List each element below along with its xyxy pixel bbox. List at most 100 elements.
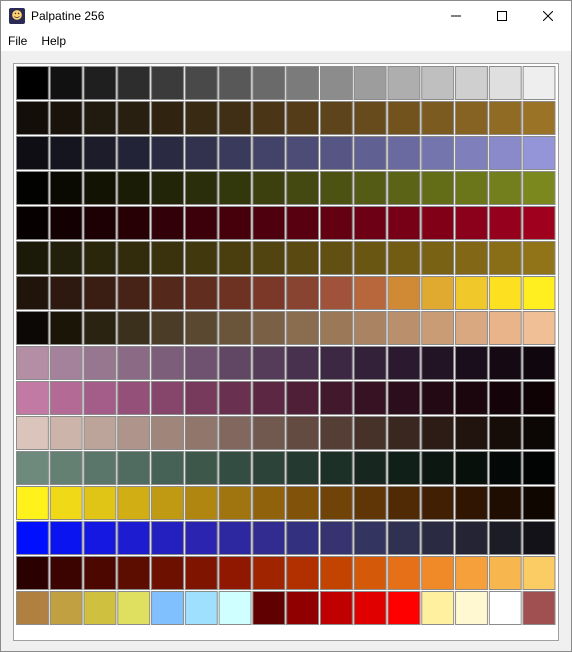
- palpatine-app-icon[interactable]: ☻: [9, 8, 25, 24]
- color-swatch[interactable]: [455, 66, 488, 100]
- color-swatch[interactable]: [151, 556, 184, 590]
- color-swatch[interactable]: [522, 381, 556, 415]
- color-swatch[interactable]: [117, 66, 151, 100]
- color-swatch[interactable]: [252, 206, 286, 240]
- color-swatch[interactable]: [488, 556, 522, 590]
- menu-file[interactable]: File: [1, 31, 34, 51]
- color-swatch[interactable]: [117, 101, 151, 135]
- color-swatch[interactable]: [117, 556, 151, 590]
- color-swatch[interactable]: [286, 101, 320, 135]
- color-swatch[interactable]: [83, 416, 117, 450]
- color-swatch[interactable]: [218, 451, 252, 485]
- color-swatch[interactable]: [286, 66, 320, 100]
- color-swatch[interactable]: [387, 311, 421, 345]
- color-swatch[interactable]: [319, 171, 353, 205]
- color-swatch[interactable]: [117, 276, 151, 310]
- color-swatch[interactable]: [319, 346, 353, 380]
- color-swatch[interactable]: [252, 556, 286, 590]
- color-swatch[interactable]: [117, 206, 151, 240]
- color-swatch[interactable]: [16, 206, 49, 240]
- color-swatch[interactable]: [488, 101, 522, 135]
- color-swatch[interactable]: [252, 381, 286, 415]
- color-swatch[interactable]: [151, 346, 184, 380]
- color-swatch[interactable]: [488, 276, 522, 310]
- color-swatch[interactable]: [319, 451, 353, 485]
- color-swatch[interactable]: [83, 591, 117, 625]
- color-swatch[interactable]: [117, 346, 151, 380]
- color-swatch[interactable]: [151, 486, 184, 520]
- color-swatch[interactable]: [522, 521, 556, 555]
- color-swatch[interactable]: [319, 241, 353, 275]
- color-swatch[interactable]: [286, 346, 320, 380]
- color-swatch[interactable]: [455, 346, 488, 380]
- color-swatch[interactable]: [319, 101, 353, 135]
- color-swatch[interactable]: [117, 241, 151, 275]
- color-swatch[interactable]: [455, 381, 488, 415]
- color-swatch[interactable]: [252, 486, 286, 520]
- color-swatch[interactable]: [117, 381, 151, 415]
- color-swatch[interactable]: [353, 206, 387, 240]
- color-swatch[interactable]: [522, 66, 556, 100]
- color-swatch[interactable]: [252, 346, 286, 380]
- color-swatch[interactable]: [488, 136, 522, 170]
- title-bar[interactable]: ☻ Palpatine 256: [1, 1, 571, 31]
- color-swatch[interactable]: [286, 241, 320, 275]
- color-swatch[interactable]: [353, 521, 387, 555]
- color-swatch[interactable]: [83, 241, 117, 275]
- color-swatch[interactable]: [455, 591, 488, 625]
- color-swatch[interactable]: [16, 416, 49, 450]
- color-swatch[interactable]: [387, 591, 421, 625]
- color-swatch[interactable]: [421, 171, 455, 205]
- color-swatch[interactable]: [488, 451, 522, 485]
- color-swatch[interactable]: [353, 311, 387, 345]
- color-swatch[interactable]: [252, 66, 286, 100]
- color-swatch[interactable]: [184, 416, 218, 450]
- color-swatch[interactable]: [151, 206, 184, 240]
- color-swatch[interactable]: [252, 521, 286, 555]
- color-swatch[interactable]: [16, 346, 49, 380]
- color-swatch[interactable]: [387, 206, 421, 240]
- color-swatch[interactable]: [421, 556, 455, 590]
- color-swatch[interactable]: [455, 136, 488, 170]
- color-swatch[interactable]: [49, 311, 83, 345]
- minimize-button[interactable]: [433, 1, 479, 31]
- color-swatch[interactable]: [488, 311, 522, 345]
- color-swatch[interactable]: [319, 66, 353, 100]
- color-swatch[interactable]: [319, 486, 353, 520]
- color-swatch[interactable]: [184, 206, 218, 240]
- color-swatch[interactable]: [184, 311, 218, 345]
- color-swatch[interactable]: [455, 486, 488, 520]
- color-swatch[interactable]: [455, 521, 488, 555]
- color-swatch[interactable]: [184, 241, 218, 275]
- color-swatch[interactable]: [488, 66, 522, 100]
- color-swatch[interactable]: [455, 311, 488, 345]
- color-swatch[interactable]: [184, 136, 218, 170]
- color-swatch[interactable]: [286, 521, 320, 555]
- color-swatch[interactable]: [488, 591, 522, 625]
- color-swatch[interactable]: [522, 206, 556, 240]
- color-swatch[interactable]: [218, 171, 252, 205]
- color-swatch[interactable]: [488, 171, 522, 205]
- color-swatch[interactable]: [184, 486, 218, 520]
- color-swatch[interactable]: [421, 311, 455, 345]
- color-swatch[interactable]: [522, 101, 556, 135]
- color-swatch[interactable]: [286, 136, 320, 170]
- color-swatch[interactable]: [421, 101, 455, 135]
- color-swatch[interactable]: [83, 276, 117, 310]
- color-swatch[interactable]: [16, 556, 49, 590]
- color-swatch[interactable]: [353, 136, 387, 170]
- color-swatch[interactable]: [353, 486, 387, 520]
- color-swatch[interactable]: [49, 66, 83, 100]
- color-swatch[interactable]: [421, 416, 455, 450]
- color-swatch[interactable]: [387, 136, 421, 170]
- color-swatch[interactable]: [319, 591, 353, 625]
- color-swatch[interactable]: [16, 241, 49, 275]
- color-swatch[interactable]: [49, 591, 83, 625]
- color-swatch[interactable]: [353, 346, 387, 380]
- color-swatch[interactable]: [83, 171, 117, 205]
- color-swatch[interactable]: [353, 241, 387, 275]
- color-swatch[interactable]: [319, 556, 353, 590]
- color-swatch[interactable]: [421, 451, 455, 485]
- color-swatch[interactable]: [286, 311, 320, 345]
- color-swatch[interactable]: [252, 451, 286, 485]
